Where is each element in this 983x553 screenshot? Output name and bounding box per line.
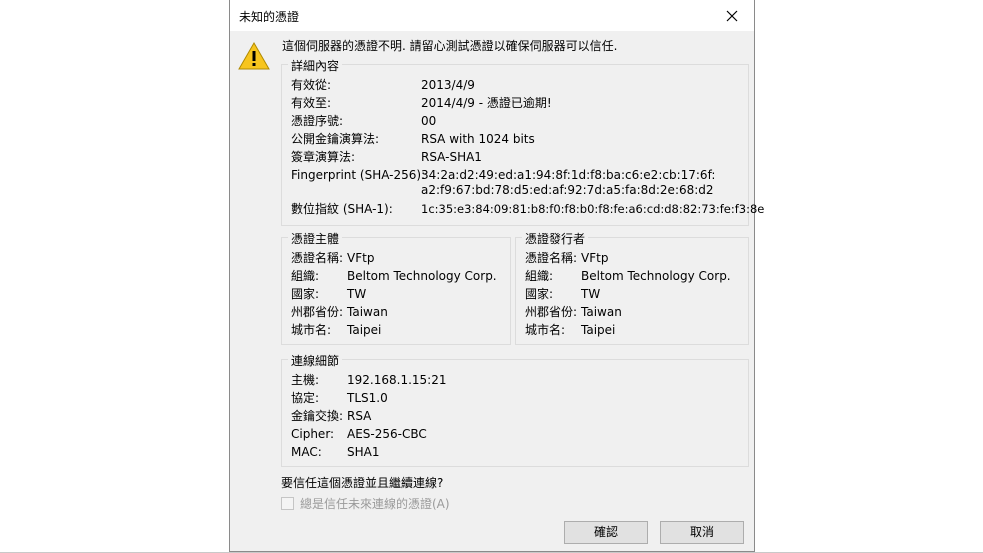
always-trust-checkbox[interactable]	[281, 497, 294, 510]
sha256-label: Fingerprint (SHA-256):	[291, 168, 426, 182]
subject-name-value: VFtp	[347, 251, 375, 265]
valid-from-label: 有效從:	[291, 78, 332, 92]
subject-city-value: Taipei	[347, 323, 382, 337]
mac-label: MAC:	[291, 445, 322, 459]
issuer-city-label: 城市名:	[525, 323, 566, 337]
issuer-country-value: TW	[581, 287, 601, 301]
valid-to-value: 2014/4/9 - 憑證已逾期!	[421, 96, 552, 110]
subject-group: 憑證主體 憑證名稱: VFtp 組織: Beltom Technology Co…	[281, 230, 511, 345]
trust-question: 要信任這個憑證並且繼續連線?	[281, 476, 444, 490]
valid-to-label: 有效至:	[291, 96, 332, 110]
always-trust-label: 總是信任未來連線的憑證(A)	[300, 497, 450, 511]
sigalg-label: 簽章演算法:	[291, 150, 356, 164]
protocol-value: TLS1.0	[347, 391, 388, 405]
subject-state-value: Taiwan	[347, 305, 388, 319]
sha1-value: 1c:35:e3:84:09:81:b8:f0:f8:b0:f8:fe:a6:c…	[421, 202, 765, 216]
ok-button[interactable]: 確認	[564, 521, 648, 544]
issuer-org-value: Beltom Technology Corp.	[581, 269, 731, 283]
issuer-name-value: VFtp	[581, 251, 609, 265]
pubkey-label: 公開金鑰演算法:	[291, 132, 380, 146]
warning-icon	[238, 41, 270, 70]
warning-message: 這個伺服器的憑證不明. 請留心測試憑證以確保伺服器可以信任.	[282, 39, 618, 53]
valid-from-value: 2013/4/9	[421, 78, 475, 92]
title-bar: 未知的憑證	[230, 0, 754, 31]
issuer-country-label: 國家:	[525, 287, 554, 301]
close-icon	[726, 10, 738, 21]
subject-title: 憑證主體	[288, 230, 343, 247]
issuer-city-value: Taipei	[581, 323, 616, 337]
cipher-value: AES-256-CBC	[347, 427, 427, 441]
subject-state-label: 州郡省份:	[291, 305, 344, 319]
host-label: 主機:	[291, 373, 320, 387]
issuer-org-label: 組織:	[525, 269, 554, 283]
always-trust-option[interactable]: 總是信任未來連線的憑證(A)	[281, 495, 450, 512]
subject-country-value: TW	[347, 287, 367, 301]
kex-value: RSA	[347, 409, 372, 423]
subject-org-value: Beltom Technology Corp.	[347, 269, 497, 283]
subject-org-label: 組織:	[291, 269, 320, 283]
subject-city-label: 城市名:	[291, 323, 332, 337]
issuer-group: 憑證發行者 憑證名稱: VFtp 組織: Beltom Technology C…	[515, 230, 749, 345]
connection-group: 連線細節 主機: 192.168.1.15:21 協定: TLS1.0 金鑰交換…	[281, 352, 749, 467]
subject-country-label: 國家:	[291, 287, 320, 301]
close-button[interactable]	[710, 0, 754, 31]
dialog-title: 未知的憑證	[239, 10, 300, 24]
subject-name-label: 憑證名稱:	[291, 251, 344, 265]
host-value: 192.168.1.15:21	[347, 373, 447, 387]
serial-label: 憑證序號:	[291, 114, 344, 128]
connection-title: 連線細節	[288, 352, 343, 369]
details-title: 詳細內容	[288, 57, 343, 74]
sha1-label: 數位指紋 (SHA-1):	[291, 202, 393, 216]
serial-value: 00	[421, 114, 437, 128]
cancel-button[interactable]: 取消	[660, 521, 744, 544]
kex-label: 金鑰交換:	[291, 409, 344, 423]
cipher-label: Cipher:	[291, 427, 335, 441]
protocol-label: 協定:	[291, 391, 320, 405]
issuer-state-value: Taiwan	[581, 305, 622, 319]
issuer-state-label: 州郡省份:	[525, 305, 578, 319]
issuer-name-label: 憑證名稱:	[525, 251, 578, 265]
sha256-value-line2: a2:f9:67:bd:78:d5:ed:af:92:7d:a5:fa:8d:2…	[421, 183, 714, 197]
pubkey-value: RSA with 1024 bits	[421, 132, 535, 146]
issuer-title: 憑證發行者	[522, 230, 589, 247]
details-group: 詳細內容 有效從: 2013/4/9 有效至: 2014/4/9 - 憑證已逾期…	[281, 57, 764, 226]
mac-value: SHA1	[347, 445, 380, 459]
certificate-dialog: 未知的憑證 這個伺服器的憑證不明. 請留心測試憑證以確保伺服器可以信任. 詳細內…	[229, 0, 764, 552]
sigalg-value: RSA-SHA1	[421, 150, 482, 164]
